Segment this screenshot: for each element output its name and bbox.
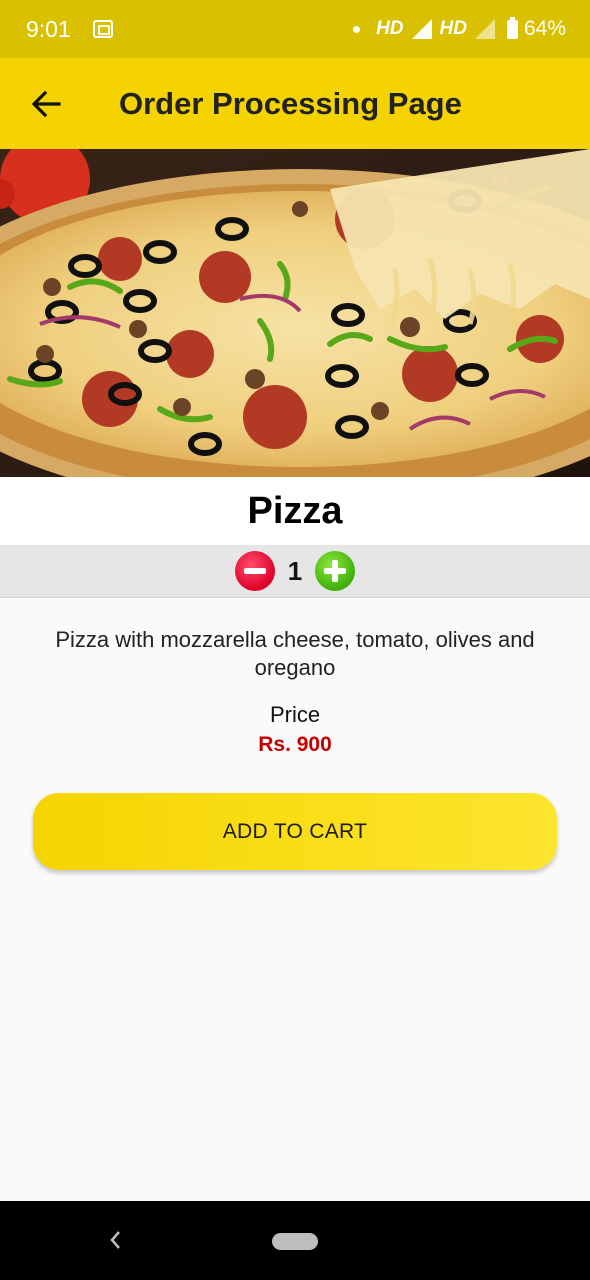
back-button[interactable]	[18, 76, 74, 132]
status-indicators: HD HD 64%	[353, 16, 566, 41]
quantity-stepper: 1	[0, 545, 590, 598]
plus-icon-vertical	[332, 560, 338, 582]
product-description: Pizza with mozzarella cheese, tomato, ol…	[55, 627, 535, 680]
add-to-cart-button[interactable]: ADD TO CART	[33, 793, 557, 870]
nav-home-button[interactable]	[272, 1233, 318, 1250]
notification-app-icon	[92, 20, 113, 38]
signal-icon	[411, 19, 432, 39]
signal-weak-icon	[474, 19, 495, 39]
nav-back-button[interactable]	[104, 1229, 126, 1251]
decrease-quantity-button[interactable]	[235, 551, 275, 591]
battery-icon	[506, 16, 518, 39]
system-nav-bar	[0, 1201, 590, 1280]
minus-icon	[244, 568, 266, 574]
quantity-value: 1	[287, 555, 303, 586]
battery-percent: 64%	[523, 17, 566, 40]
network-type-2: HD	[439, 18, 467, 39]
chevron-left-icon	[110, 1231, 120, 1249]
status-bar: 9:01 HD HD 64%	[0, 0, 590, 58]
app-bar: Order Processing Page	[0, 58, 590, 149]
notification-dot-icon	[353, 25, 361, 33]
price-label: Price	[269, 702, 321, 727]
increase-quantity-button[interactable]	[315, 551, 355, 591]
product-name: Pizza	[0, 477, 590, 545]
page-title: Order Processing Page	[119, 85, 462, 121]
network-type-1: HD	[376, 18, 404, 39]
arrow-left-icon	[31, 90, 61, 117]
product-image	[0, 149, 590, 477]
price-value: Rs. 900	[258, 733, 332, 756]
status-time: 9:01	[26, 15, 71, 42]
